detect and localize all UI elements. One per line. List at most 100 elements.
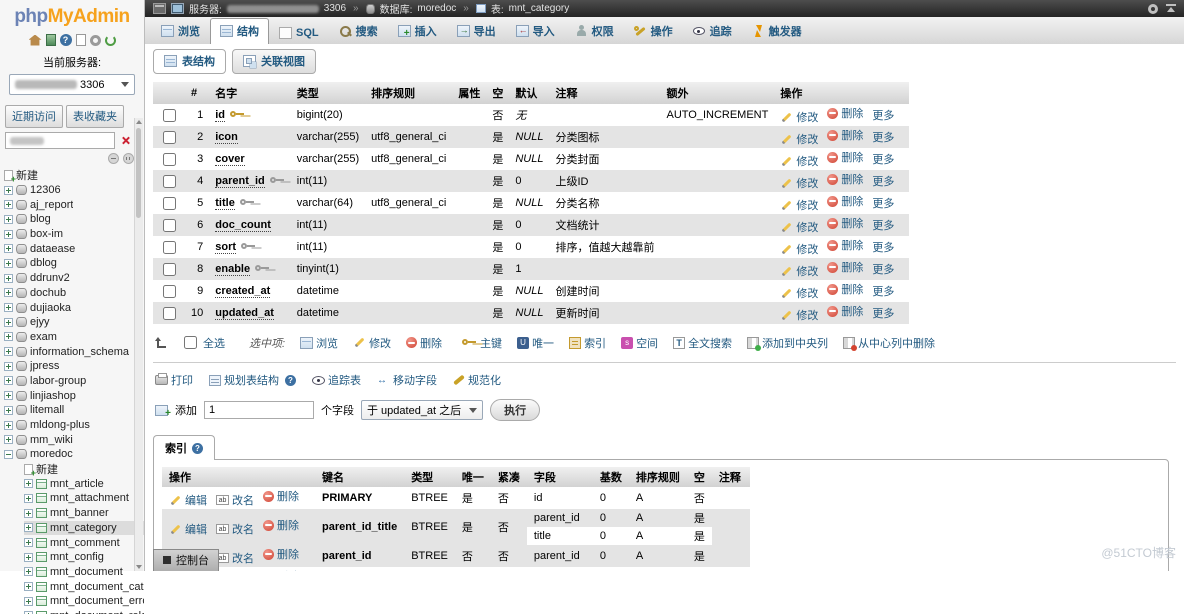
sidebar-table-mnt_config[interactable]: mnt_config: [24, 550, 144, 565]
sidebar-table-mnt_document_relate[interactable]: mnt_document_relate: [24, 609, 144, 614]
add-field-count-input[interactable]: [204, 401, 314, 419]
expand-icon[interactable]: [24, 523, 33, 533]
change-link[interactable]: 修改: [780, 175, 818, 191]
primary-selected-link[interactable]: 主键: [457, 335, 502, 351]
fulltext-selected-link[interactable]: 全文搜索: [673, 335, 732, 351]
print-link[interactable]: 打印: [155, 372, 193, 388]
sidebar-table-mnt_document_error[interactable]: mnt_document_error: [24, 594, 144, 609]
drop-link[interactable]: 删除: [827, 127, 863, 143]
row-checkbox[interactable]: [163, 174, 176, 188]
tab-search[interactable]: 搜索: [329, 18, 388, 44]
unique-selected-link[interactable]: 唯一: [517, 335, 554, 351]
row-checkbox[interactable]: [163, 152, 176, 166]
spatial-selected-link[interactable]: 空间: [621, 335, 658, 351]
sidebar-db-12306[interactable]: 12306: [4, 183, 144, 198]
breadcrumb-table-link[interactable]: mnt_category: [509, 3, 570, 14]
expand-icon[interactable]: [4, 185, 13, 195]
change-link[interactable]: 修改: [780, 285, 818, 301]
sidebar-db-litemall[interactable]: litemall: [4, 403, 144, 418]
change-link[interactable]: 修改: [780, 219, 818, 235]
expand-icon[interactable]: [4, 391, 13, 401]
row-checkbox[interactable]: [163, 262, 176, 276]
help-icon[interactable]: [59, 34, 72, 46]
collapse-all-icon[interactable]: [108, 153, 119, 164]
tab-privileges[interactable]: 权限: [565, 18, 624, 44]
expand-icon[interactable]: [24, 479, 33, 489]
drop-link[interactable]: 删除: [827, 303, 863, 319]
drop-link[interactable]: 删除: [827, 171, 863, 187]
drop-link[interactable]: 删除: [827, 237, 863, 253]
expand-icon[interactable]: [4, 200, 13, 210]
expand-icon[interactable]: [24, 552, 33, 562]
sidebar-db-linjiashop[interactable]: linjiashop: [4, 388, 144, 403]
server-select[interactable]: 3306: [9, 74, 135, 95]
sidebar-table-mnt_attachment[interactable]: mnt_attachment: [24, 491, 144, 506]
expand-icon[interactable]: [4, 420, 13, 430]
expand-icon[interactable]: [4, 303, 13, 313]
unexpand-icon[interactable]: [123, 153, 134, 164]
drop-link[interactable]: 删除: [827, 105, 863, 121]
sidebar-db-blog[interactable]: blog: [4, 212, 144, 227]
subtab-table-structure[interactable]: 表结构: [153, 49, 226, 74]
add-field-go-button[interactable]: 执行: [490, 399, 541, 421]
change-link[interactable]: 修改: [780, 197, 818, 213]
tab-tracking[interactable]: 追踪: [683, 18, 742, 44]
tab-sql[interactable]: SQL: [269, 22, 329, 44]
filter-input[interactable]: [5, 132, 115, 149]
sidebar-db-jpress[interactable]: jpress: [4, 359, 144, 374]
tab-import[interactable]: 导入: [506, 18, 565, 44]
sidebar-scrollbar[interactable]: [134, 118, 143, 571]
more-link[interactable]: 更多: [872, 129, 894, 145]
expand-icon[interactable]: [24, 596, 33, 606]
row-checkbox[interactable]: [163, 218, 176, 232]
index-drop-link[interactable]: 删除: [263, 488, 299, 504]
tab-favorites[interactable]: 表收藏夹: [66, 105, 124, 128]
sidebar-table-mnt_article[interactable]: mnt_article: [24, 476, 144, 491]
sidebar-db-box-im[interactable]: box-im: [4, 227, 144, 242]
check-all-checkbox[interactable]: [184, 336, 197, 349]
more-link[interactable]: 更多: [872, 283, 894, 299]
browse-selected-link[interactable]: 浏览: [300, 335, 338, 351]
change-link[interactable]: 修改: [780, 263, 818, 279]
more-link[interactable]: 更多: [872, 151, 894, 167]
sidebar-new-新建[interactable]: 新建: [24, 462, 144, 478]
change-link[interactable]: 修改: [780, 307, 818, 323]
row-checkbox[interactable]: [163, 284, 176, 298]
drop-link[interactable]: 删除: [827, 281, 863, 297]
tab-insert[interactable]: 插入: [388, 18, 447, 44]
expand-icon[interactable]: [4, 273, 13, 283]
reload-icon[interactable]: [104, 34, 116, 46]
expand-icon[interactable]: [4, 244, 13, 254]
drop-link[interactable]: 删除: [827, 193, 863, 209]
sidebar-db-labor-group[interactable]: labor-group: [4, 374, 144, 389]
change-selected-link[interactable]: 修改: [353, 335, 391, 351]
expand-icon[interactable]: [4, 361, 13, 371]
more-link[interactable]: 更多: [872, 195, 894, 211]
scrollbar-thumb[interactable]: [136, 128, 141, 218]
logout-icon[interactable]: [45, 34, 56, 46]
settings-icon[interactable]: [89, 34, 101, 46]
expand-icon[interactable]: [24, 508, 33, 518]
add-central-selected-link[interactable]: 添加到中央列: [747, 335, 828, 351]
row-checkbox[interactable]: [163, 306, 176, 320]
change-link[interactable]: 修改: [780, 109, 818, 125]
expand-icon[interactable]: [4, 317, 13, 327]
index-rename-link[interactable]: 改名: [216, 521, 254, 537]
sidebar-table-mnt_comment[interactable]: mnt_comment: [24, 535, 144, 550]
tab-operations[interactable]: 操作: [624, 18, 683, 44]
track-table-link[interactable]: 追踪表: [312, 372, 361, 388]
more-link[interactable]: 更多: [872, 107, 894, 123]
console-bar[interactable]: 控制台: [153, 549, 219, 571]
sidebar-db-mldong-plus[interactable]: mldong-plus: [4, 418, 144, 433]
expand-icon[interactable]: [4, 435, 13, 445]
expand-icon[interactable]: [4, 214, 13, 224]
change-link[interactable]: 修改: [780, 241, 818, 257]
tab-structure[interactable]: 结构: [210, 18, 269, 45]
expand-icon[interactable]: [24, 493, 33, 503]
breadcrumb-db-link[interactable]: moredoc: [417, 3, 456, 14]
sidebar-table-mnt_document[interactable]: mnt_document: [24, 565, 144, 580]
documentation-icon[interactable]: [75, 34, 86, 46]
sidebar-db-ejyy[interactable]: ejyy: [4, 315, 144, 330]
drop-selected-link[interactable]: 删除: [406, 335, 442, 351]
scroll-to-top-icon[interactable]: [1166, 4, 1176, 13]
